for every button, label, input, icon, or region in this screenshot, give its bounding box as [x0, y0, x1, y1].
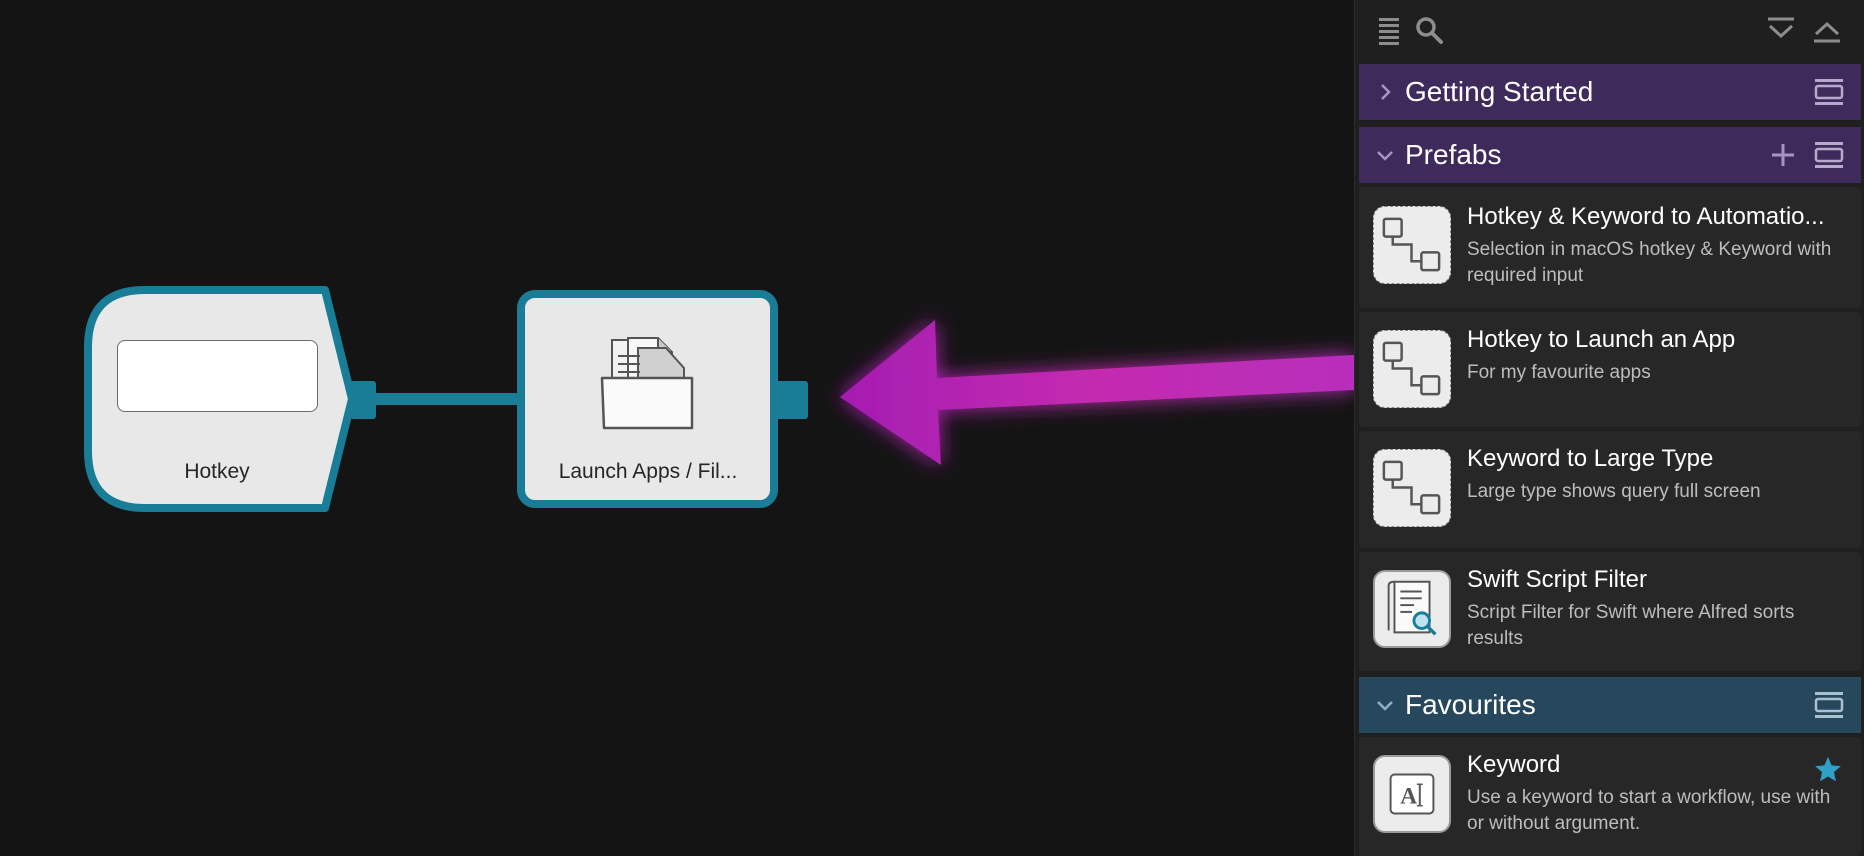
- item-subtitle: Use a keyword to start a workflow, use w…: [1467, 787, 1831, 834]
- collapse-all-icon[interactable]: [1811, 14, 1843, 46]
- script-filter-icon: [1373, 570, 1451, 648]
- list-item[interactable]: Hotkey & Keyword to Automatio... Selecti…: [1359, 187, 1861, 308]
- workflow-icon: [1373, 449, 1451, 527]
- item-subtitle: Selection in macOS hotkey & Keyword with…: [1467, 239, 1832, 286]
- list-item[interactable]: Hotkey to Launch an App For my favourite…: [1359, 312, 1861, 427]
- item-subtitle: For my favourite apps: [1467, 362, 1651, 383]
- objects-sidebar: Getting Started Prefabs Hotkey & Keyword…: [1354, 0, 1864, 856]
- expand-all-icon[interactable]: [1765, 14, 1797, 46]
- item-subtitle: Large type shows query full screen: [1467, 481, 1761, 502]
- section-getting-started[interactable]: Getting Started: [1359, 64, 1861, 120]
- section-view-toggle-icon[interactable]: [1813, 140, 1845, 170]
- section-favourites[interactable]: Favourites: [1359, 677, 1861, 733]
- workflow-canvas[interactable]: Hotkey Launch Apps / Fil...: [0, 0, 1354, 856]
- list-item[interactable]: A Keyword Use a keyword to start a workf…: [1359, 737, 1861, 856]
- workflow-icon: [1373, 206, 1451, 284]
- section-prefabs[interactable]: Prefabs: [1359, 127, 1861, 183]
- add-icon[interactable]: [1767, 140, 1799, 170]
- chevron-down-icon: [1377, 701, 1393, 711]
- chevron-right-icon: [1381, 84, 1391, 100]
- item-subtitle: Script Filter for Swift where Alfred sor…: [1467, 602, 1795, 649]
- section-title: Favourites: [1405, 689, 1536, 720]
- section-view-toggle-icon[interactable]: [1813, 690, 1845, 720]
- list-item[interactable]: Swift Script Filter Script Filter for Sw…: [1359, 552, 1861, 671]
- section-title: Getting Started: [1405, 76, 1594, 107]
- section-title: Prefabs: [1405, 139, 1502, 170]
- chevron-down-icon: [1377, 151, 1393, 161]
- section-view-toggle-icon[interactable]: [1813, 77, 1845, 107]
- item-title: Hotkey & Keyword to Automatio...: [1467, 203, 1825, 230]
- item-title: Keyword to Large Type: [1467, 445, 1714, 472]
- svg-text:A: A: [1400, 784, 1417, 810]
- item-title: Swift Script Filter: [1467, 566, 1648, 593]
- drag-arrow-graphic: [840, 320, 1354, 465]
- keyword-icon: A: [1373, 755, 1451, 833]
- item-title: Hotkey to Launch an App: [1467, 326, 1736, 353]
- star-icon[interactable]: [1813, 755, 1843, 785]
- sidebar-toolbar: [1355, 0, 1864, 60]
- item-title: Keyword: [1467, 751, 1561, 778]
- search-icon[interactable]: [1413, 14, 1445, 46]
- list-item[interactable]: Keyword to Large Type Large type shows q…: [1359, 431, 1861, 548]
- workflow-icon: [1373, 330, 1451, 408]
- list-menu-icon[interactable]: [1373, 14, 1405, 46]
